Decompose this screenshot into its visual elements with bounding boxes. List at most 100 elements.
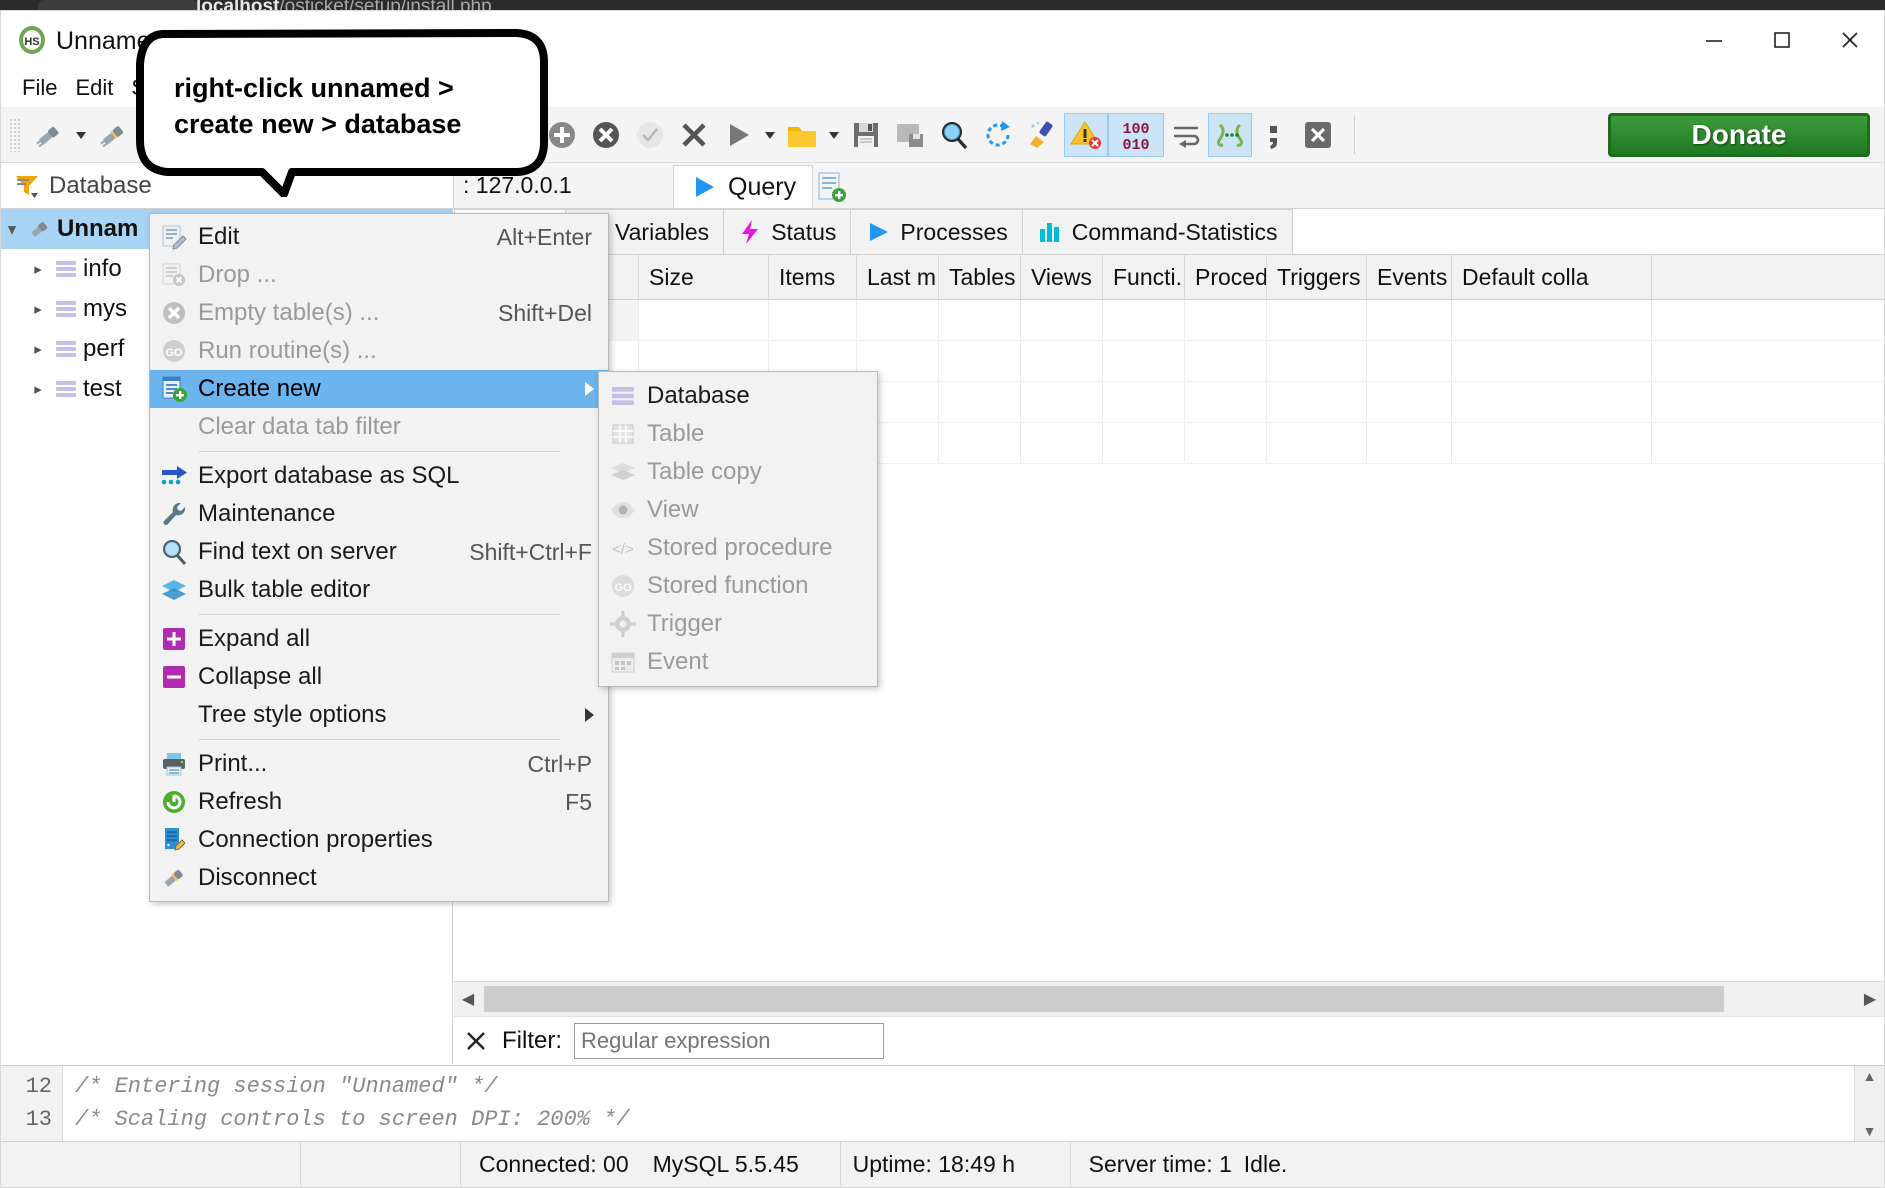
cell-triggers[interactable] xyxy=(1267,300,1367,340)
close-icon[interactable] xyxy=(454,1019,498,1063)
filter-input[interactable] xyxy=(574,1022,884,1059)
connect-dropdown-arrow[interactable] xyxy=(71,113,91,157)
menu-item-create-new[interactable]: Create new xyxy=(150,370,608,408)
cell-tables[interactable] xyxy=(939,423,1021,463)
cell-default-collation[interactable] xyxy=(1452,300,1652,340)
sql-log-body[interactable]: /* Entering session "Unnamed" */ /* Scal… xyxy=(63,1066,1854,1141)
submenu-item-trigger[interactable]: Trigger xyxy=(599,605,877,643)
col-last-modified[interactable]: Last m... xyxy=(857,255,939,299)
menu-item-refresh[interactable]: Refresh F5 xyxy=(150,783,608,821)
word-wrap-icon[interactable] xyxy=(1164,113,1208,157)
cell-views[interactable] xyxy=(1021,423,1103,463)
table-row[interactable]: ion_schema xyxy=(454,300,1884,341)
new-query-tab-icon[interactable] xyxy=(813,169,849,205)
cell-views[interactable] xyxy=(1021,382,1103,422)
sql-log-scrollbar[interactable]: ▲ ▼ xyxy=(1854,1066,1884,1141)
apply-icon[interactable] xyxy=(628,113,672,157)
cell-items[interactable] xyxy=(769,300,857,340)
col-events[interactable]: Events xyxy=(1367,255,1452,299)
menu-item-clear-data-tab-filter[interactable]: Clear data tab filter xyxy=(150,408,608,446)
save-icon[interactable] xyxy=(844,113,888,157)
grid-horizontal-scrollbar[interactable]: ◀ ▶ xyxy=(454,981,1884,1016)
menu-item-maintenance[interactable]: Maintenance xyxy=(150,495,608,533)
delimiter-icon[interactable] xyxy=(1252,113,1296,157)
open-dropdown-arrow[interactable] xyxy=(824,113,844,157)
submenu-item-stored-procedure[interactable]: </> Stored procedure xyxy=(599,529,877,567)
cell-tables[interactable] xyxy=(939,300,1021,340)
menu-item-expand-all[interactable]: Expand all xyxy=(150,620,608,658)
cell-default-collation[interactable] xyxy=(1452,423,1652,463)
chevron-down-icon[interactable]: ▾ xyxy=(1,209,23,249)
cell-views[interactable] xyxy=(1021,341,1103,381)
col-procedures[interactable]: Proced... xyxy=(1185,255,1267,299)
highlight-icon[interactable] xyxy=(1208,112,1252,157)
menu-item-empty-tables[interactable]: Empty table(s) ... Shift+Del xyxy=(150,294,608,332)
col-size[interactable]: Size xyxy=(639,255,769,299)
cell-triggers[interactable] xyxy=(1267,423,1367,463)
submenu-item-table[interactable]: Table xyxy=(599,415,877,453)
cell-size[interactable] xyxy=(639,300,769,340)
cell-events[interactable] xyxy=(1367,382,1452,422)
minimize-button[interactable] xyxy=(1680,11,1748,69)
cell-events[interactable] xyxy=(1367,341,1452,381)
cell-default-collation[interactable] xyxy=(1452,341,1652,381)
menu-item-bulk-table-editor[interactable]: Bulk table editor xyxy=(150,571,608,609)
close-tab-icon[interactable] xyxy=(1296,113,1340,157)
connect-icon[interactable] xyxy=(27,113,71,157)
execute-dropdown-arrow[interactable] xyxy=(760,113,780,157)
cell-procedures[interactable] xyxy=(1185,382,1267,422)
cell-functions[interactable] xyxy=(1103,382,1185,422)
scroll-down-icon[interactable]: ▼ xyxy=(1863,1123,1877,1139)
chevron-right-icon[interactable]: ▸ xyxy=(27,329,49,369)
submenu-item-event[interactable]: Event xyxy=(599,643,877,681)
cell-default-collation[interactable] xyxy=(1452,382,1652,422)
menu-item-export-database-as-sql[interactable]: Export database as SQL xyxy=(150,457,608,495)
scroll-track[interactable] xyxy=(482,986,1856,1012)
cell-procedures[interactable] xyxy=(1185,423,1267,463)
menu-edit[interactable]: Edit xyxy=(66,73,122,103)
donate-button[interactable]: Donate xyxy=(1608,113,1870,157)
query-tab[interactable]: Query xyxy=(673,165,814,208)
scroll-thumb[interactable] xyxy=(484,986,1724,1012)
find-icon[interactable] xyxy=(932,113,976,157)
menu-item-print[interactable]: Print... Ctrl+P xyxy=(150,745,608,783)
menu-item-drop[interactable]: Drop ... xyxy=(150,256,608,294)
chevron-right-icon[interactable]: ▸ xyxy=(27,289,49,329)
chevron-right-icon[interactable]: ▸ xyxy=(27,369,49,409)
cell-triggers[interactable] xyxy=(1267,341,1367,381)
maximize-button[interactable] xyxy=(1748,11,1816,69)
toolbar-grip[interactable] xyxy=(9,117,21,152)
format-sql-icon[interactable] xyxy=(1020,113,1064,157)
execute-icon[interactable] xyxy=(716,113,760,157)
tab-command-statistics[interactable]: Command-Statistics xyxy=(1021,209,1293,254)
cell-functions[interactable] xyxy=(1103,341,1185,381)
menu-item-tree-style-options[interactable]: Tree style options xyxy=(150,696,608,734)
menu-item-disconnect[interactable]: Disconnect xyxy=(150,859,608,897)
create-new-submenu[interactable]: Database Table Table copy View </> Store… xyxy=(598,371,878,687)
menu-item-find-text-on-server[interactable]: Find text on server Shift+Ctrl+F xyxy=(150,533,608,571)
cell-tables[interactable] xyxy=(939,382,1021,422)
col-views[interactable]: Views xyxy=(1021,255,1103,299)
menu-item-connection-properties[interactable]: Connection properties xyxy=(150,821,608,859)
cell-procedures[interactable] xyxy=(1185,300,1267,340)
cell-procedures[interactable] xyxy=(1185,341,1267,381)
stop-on-errors-icon[interactable] xyxy=(1064,112,1108,157)
open-file-icon[interactable] xyxy=(780,113,824,157)
delete-row-icon[interactable] xyxy=(584,113,628,157)
cell-events[interactable] xyxy=(1367,423,1452,463)
cell-events[interactable] xyxy=(1367,300,1452,340)
menu-item-run-routines[interactable]: GO Run routine(s) ... xyxy=(150,332,608,370)
cell-last-modified[interactable] xyxy=(857,300,939,340)
chevron-right-icon[interactable]: ▸ xyxy=(27,249,49,289)
sql-log-panel[interactable]: 12 13 /* Entering session "Unnamed" */ /… xyxy=(1,1065,1884,1141)
binary-display-icon[interactable]: 100 010 xyxy=(1108,112,1164,157)
col-functions[interactable]: Functi... xyxy=(1103,255,1185,299)
cell-functions[interactable] xyxy=(1103,423,1185,463)
menu-file[interactable]: File xyxy=(13,73,66,103)
cancel-icon[interactable] xyxy=(672,113,716,157)
submenu-item-stored-function[interactable]: GO Stored function xyxy=(599,567,877,605)
submenu-item-database[interactable]: Database xyxy=(599,377,877,415)
cell-functions[interactable] xyxy=(1103,300,1185,340)
col-triggers[interactable]: Triggers xyxy=(1267,255,1367,299)
scroll-up-icon[interactable]: ▲ xyxy=(1863,1068,1877,1084)
